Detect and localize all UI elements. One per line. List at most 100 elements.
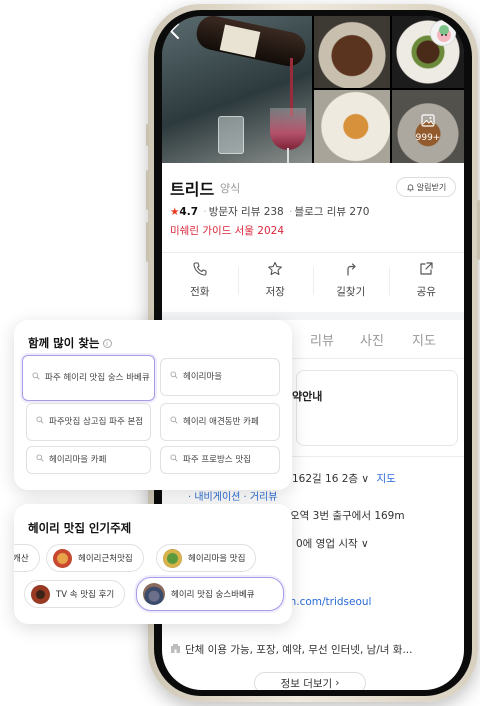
star-outline-icon [238, 261, 314, 279]
section-separator [162, 312, 464, 320]
action-label: 저장 [265, 286, 285, 298]
wine-glass-graphic [270, 108, 306, 150]
search-icon [170, 416, 178, 428]
image-icon [421, 112, 435, 131]
food-thumbnail [31, 584, 50, 604]
keyword-text: 파주맛집 삼고집 파주 본점 [49, 416, 144, 427]
website-link[interactable]: m.com/tridseoul [286, 596, 371, 608]
divider [162, 252, 464, 253]
keyword-text: 헤이리 애견동반 카페 [183, 416, 259, 427]
building-icon [170, 643, 181, 657]
michelin-badge: 미쉐린 가이드 서울 2024 [170, 225, 285, 237]
more-info-label: 정보 더보기 [280, 677, 333, 690]
theme-title: 헤이리 맛집 인기주제 [28, 521, 132, 535]
amenities-line: 단체 이용 가능, 포장, 예약, 무선 인터넷, 남/녀 화... [170, 642, 412, 657]
search-icon [32, 372, 40, 384]
alarm-button[interactable]: 알림받기 [396, 177, 456, 197]
side-button [146, 222, 149, 262]
directions-button[interactable]: 길찾기 [313, 261, 389, 309]
more-photos-button[interactable]: 999+ [392, 90, 464, 163]
hours-text: 0에 영업 시작 [296, 538, 358, 550]
food-thumbnail [143, 583, 165, 605]
chevron-down-icon: ∨ [361, 538, 369, 550]
alarm-label: 알림받기 [416, 182, 447, 192]
keyword-text: 헤이리마을 카페 [49, 454, 107, 465]
action-label: 전화 [190, 286, 210, 298]
keyword-chip[interactable]: 파주 헤이리 맛집 숭스 바베큐 [22, 355, 155, 401]
reservation-label: 약안내 [292, 390, 323, 403]
business-hours[interactable]: 0에 영업 시작 ∨ [296, 536, 369, 551]
keyword-chip[interactable]: 헤이리마을 카페 [26, 446, 151, 474]
chevron-down-icon[interactable]: ∨ [361, 473, 369, 485]
keyword-text: 파주 헤이리 맛집 숭스 바베큐 [45, 372, 150, 383]
info-icon[interactable]: i [102, 339, 112, 348]
keyword-text: 헤이리마을 [183, 371, 223, 382]
call-button[interactable]: 전화 [162, 261, 238, 309]
search-icon [170, 371, 178, 383]
keyword-chip[interactable]: 헤이리마을 [160, 358, 280, 396]
theme-chip-label: TV 속 맛집 후기 [56, 590, 115, 600]
water-glass-graphic [218, 116, 244, 154]
side-button [146, 124, 149, 146]
station-distance: 오역 3번 출구에서 169m [290, 510, 405, 522]
tab-map[interactable]: 지도 [412, 330, 436, 349]
photo-gallery: 999+ [162, 16, 464, 163]
card-title: 함께 많이 찾는 i [28, 335, 112, 351]
action-bar: 전화 저장 길찾기 공유 [162, 261, 464, 309]
tab-photos[interactable]: 사진 [360, 330, 384, 349]
navigation-links[interactable]: · 내비게이션 · 거리뷰 [188, 488, 278, 503]
popular-theme-card: 헤이리 맛집 인기주제 캐산 헤이리근처맛집 헤이리마을 맛집 TV 속 맛집 … [14, 504, 292, 624]
map-link[interactable]: 지도 [376, 473, 395, 485]
blog-reviews-link[interactable]: 블로그 리뷰 270 [294, 206, 369, 218]
food-thumbnail [163, 548, 182, 568]
search-icon [170, 454, 178, 466]
reservation-box[interactable] [296, 370, 458, 446]
tab-reviews[interactable]: 리뷰 [310, 330, 334, 349]
keyword-chip[interactable]: 파주 프로방스 맛집 [160, 446, 280, 474]
address-text: 162길 16 2층 [292, 473, 359, 485]
share-icon [389, 261, 465, 279]
side-button [146, 170, 149, 210]
theme-chip-label: 헤이리 맛집 숭스바베큐 [171, 590, 255, 600]
photo-count: 999+ [415, 133, 441, 143]
theme-chip[interactable]: 캐산 [14, 544, 40, 572]
directions-icon [313, 261, 389, 279]
popular-search-title: 함께 많이 찾는 [28, 336, 100, 350]
keyword-text: 파주 프로방스 맛집 [183, 454, 251, 465]
star-icon: ★ [170, 206, 180, 218]
theme-chip-selected[interactable]: 헤이리 맛집 숭스바베큐 [136, 577, 284, 611]
rating-line: ★4.7 · 방문자 리뷰 238 · 블로그 리뷰 270 [170, 206, 370, 218]
avatar[interactable] [430, 20, 456, 46]
theme-chip[interactable]: TV 속 맛집 후기 [24, 580, 126, 608]
theme-chip-label: 헤이리마을 맛집 [188, 554, 246, 564]
chevron-left-icon [170, 23, 179, 39]
theme-chip-label: 캐산 [14, 554, 29, 564]
amenities-text: 단체 이용 가능, 포장, 예약, 무선 인터넷, 남/녀 화... [185, 644, 413, 656]
photo-dish-3[interactable] [314, 90, 390, 163]
back-button[interactable] [164, 20, 186, 42]
theme-chip-label: 헤이리근처맛집 [78, 554, 133, 564]
rating-value: 4.7 [179, 206, 199, 218]
keyword-chip[interactable]: 파주맛집 삼고집 파주 본점 [26, 403, 151, 441]
photo-dish-1[interactable] [314, 16, 390, 88]
visitor-reviews-link[interactable]: 방문자 리뷰 238 [209, 206, 284, 218]
save-button[interactable]: 저장 [237, 261, 314, 309]
search-icon [36, 454, 44, 466]
more-info-button[interactable]: 정보 더보기 › [254, 672, 366, 690]
place-name: 트리드 [170, 180, 215, 199]
share-button[interactable]: 공유 [388, 261, 465, 309]
chevron-right-icon: › [335, 677, 340, 689]
place-category: 양식 [220, 182, 241, 195]
search-icon [36, 416, 44, 428]
bell-icon [407, 183, 414, 191]
theme-chip[interactable]: 헤이리마을 맛집 [156, 544, 257, 572]
keyword-chip[interactable]: 헤이리 애견동반 카페 [160, 403, 280, 441]
theme-chip[interactable]: 헤이리근처맛집 [46, 544, 144, 572]
popular-search-card: 함께 많이 찾는 i 파주 헤이리 맛집 숭스 바베큐 헤이리마을 파주맛집 삼고… [14, 320, 292, 490]
food-thumbnail [53, 548, 72, 568]
action-label: 길찾기 [336, 286, 366, 298]
address-line: 162길 16 2층 ∨ 지도 [292, 471, 396, 486]
action-label: 공유 [416, 286, 436, 298]
glass-stem-graphic [287, 148, 289, 163]
phone-icon [162, 261, 238, 279]
